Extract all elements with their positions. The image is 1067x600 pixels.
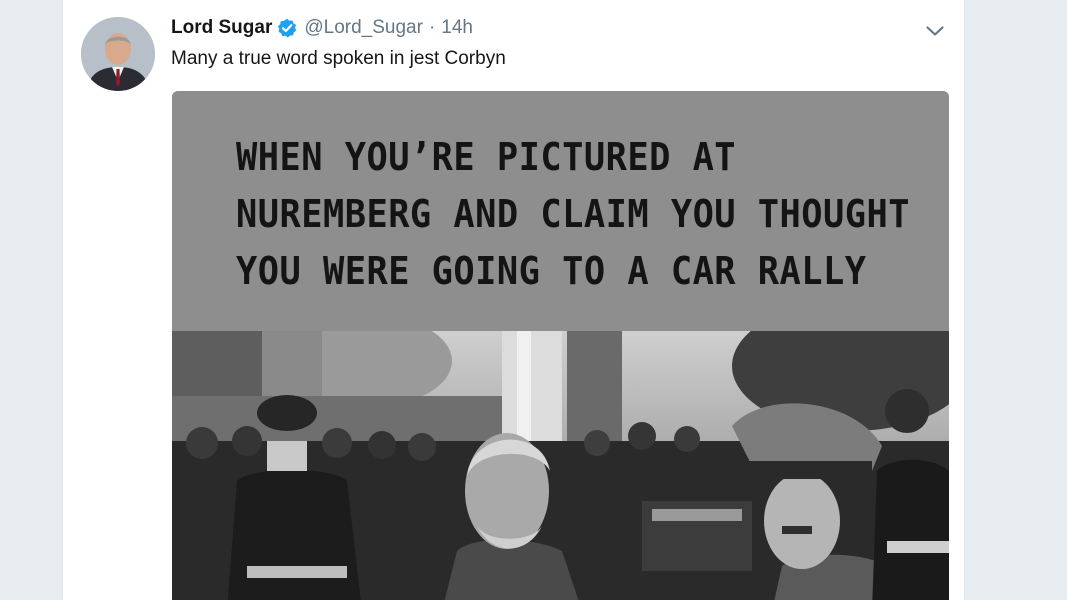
tweet-text: Many a true word spoken in jest Corbyn <box>171 48 506 69</box>
chevron-down-icon[interactable] <box>924 20 946 42</box>
meme-caption-panel: WHEN YOU’RE PICTURED AT NUREMBERG AND CL… <box>172 91 949 331</box>
tweet-card[interactable]: Lord Sugar @Lord_Sugar · 14h Many a true… <box>62 0 965 600</box>
display-name[interactable]: Lord Sugar <box>171 15 272 41</box>
verified-badge-icon <box>277 18 297 38</box>
meme-caption-line-1: WHEN YOU’RE PICTURED AT <box>236 135 737 179</box>
tweet-timestamp[interactable]: 14h <box>441 15 473 41</box>
meme-caption-line-2: NUREMBERG AND CLAIM YOU THOUGHT <box>236 192 910 236</box>
tweet-media-image[interactable]: WHEN YOU’RE PICTURED AT NUREMBERG AND CL… <box>172 91 949 600</box>
meme-caption-line-3: YOU WERE GOING TO A CAR RALLY <box>236 249 867 293</box>
avatar[interactable] <box>81 17 155 91</box>
avatar-portrait <box>81 17 155 91</box>
tweet-header: Lord Sugar @Lord_Sugar · 14h <box>171 15 473 41</box>
user-handle[interactable]: @Lord_Sugar <box>304 15 423 41</box>
separator-dot: · <box>428 17 436 38</box>
black-and-white-photo <box>172 331 949 600</box>
